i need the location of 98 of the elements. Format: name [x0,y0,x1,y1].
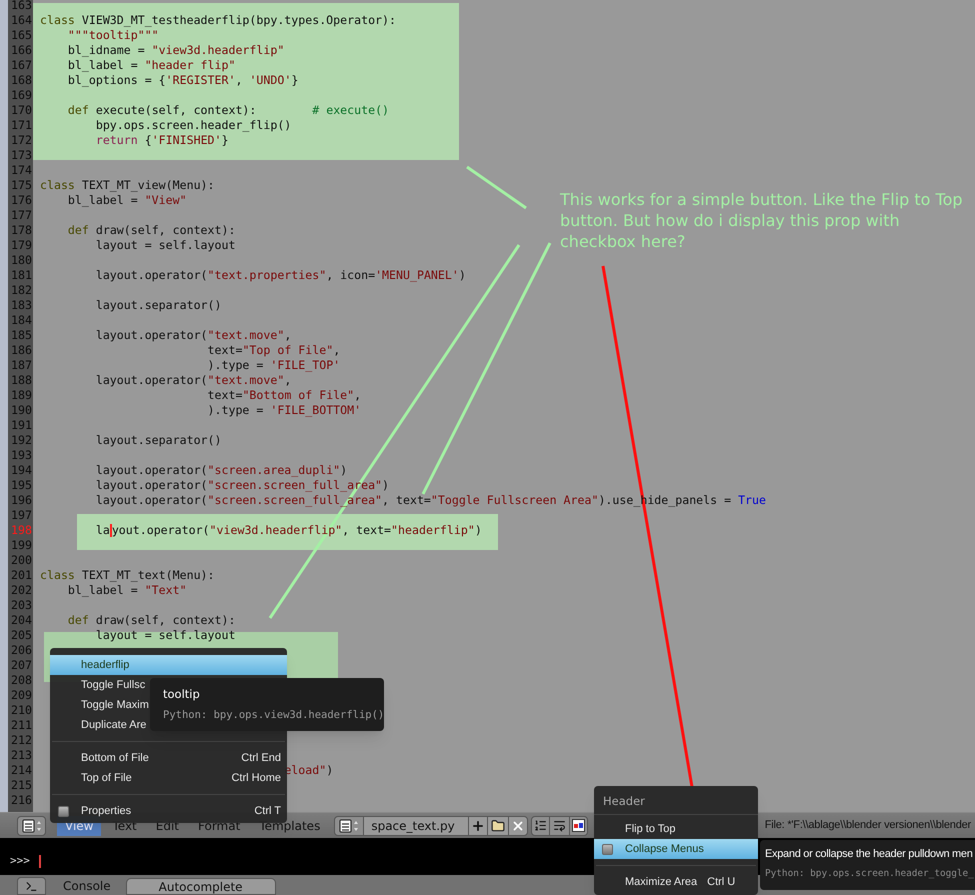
line-number: 173 [10,148,33,163]
line-number: 177 [10,208,33,223]
line-number: 207 [10,658,33,673]
menu-item[interactable]: Flip to Top [594,819,758,839]
line-number: 180 [10,253,33,268]
line-number: 206 [10,643,33,658]
line-number: 182 [10,283,33,298]
code-line: ).type = 'FILE_BOTTOM' [208,403,362,418]
line-number: 178 [10,223,33,238]
line-number: 167 [10,58,33,73]
line-number: 202 [10,583,33,598]
code-line: class TEXT_MT_text(Menu): [40,568,215,583]
code-line: bpy.ops.screen.header_flip() [96,118,292,133]
line-number: 166 [10,43,33,58]
code-line: text="Top of File", [208,343,340,358]
line-number: 198 [10,523,33,538]
line-number: 194 [10,463,33,478]
tooltip-python: Python: bpy.ops.view3d.headerflip() [163,708,384,722]
code-line: bl_options = {'REGISTER', 'UNDO'} [68,73,298,88]
line-number: 214 [10,763,33,778]
code-line: bl_label = "View" [68,193,187,208]
line-number: 179 [10,238,33,253]
menu-item[interactable]: Bottom of File Ctrl End [50,748,287,768]
code-line: def draw(self, context): [68,223,236,238]
menu-item[interactable]: Maximize Area Ctrl U [594,872,758,892]
line-number: 199 [10,538,33,553]
code-line: layout.separator() [96,298,222,313]
code-line: layout.operator("text.properties", icon='MENU_PANEL') [96,268,466,283]
tooltip-title: tooltip [163,687,200,701]
line-number: 213 [10,748,33,763]
console-tab[interactable]: Autocomplete [126,878,276,895]
line-number: 188 [10,373,33,388]
line-number: 183 [10,298,33,313]
console-tab[interactable]: Console [56,878,118,895]
code-line: layout = self.layout [96,238,236,253]
line-number: 208 [10,673,33,688]
line-number: 184 [10,313,33,328]
line-number: 189 [10,388,33,403]
code-line: layout = self.layout [96,628,236,643]
code-line: layout.operator("text.move", [96,373,292,388]
line-number: 171 [10,118,33,133]
line-number: 192 [10,433,33,448]
menu-item[interactable]: headerflip [50,655,287,675]
line-number: 212 [10,733,33,748]
filename-field[interactable]: space_text.py [364,816,468,836]
line-number: 175 [10,178,33,193]
code-line: bl_idname = "view3d.headerflip" [68,43,284,58]
line-number: 176 [10,193,33,208]
code-line: bl_label = "header flip" [68,58,236,73]
code-line: la yout.operator("view3d.headerflip", text="headerflip") [96,523,482,538]
line-number: 193 [10,448,33,463]
line-number: 169 [10,88,33,103]
tooltip-title: Expand or collapse the header pulldown men [765,847,973,861]
line-number: 191 [10,418,33,433]
line-number: 186 [10,343,33,358]
file-path: File: *'F:\\ablage\\blender versionen\\blender [764,818,971,834]
line-number: 195 [10,478,33,493]
code-line: layout.operator("text.move", [96,328,292,343]
menu-item[interactable]: Top of File Ctrl Home [50,768,287,788]
code-line: """tooltip""" [68,28,159,43]
code-line: return {'FINISHED'} [96,133,228,148]
line-number: 203 [10,598,33,613]
line-number: 170 [10,103,33,118]
code-line: layout.separator() [96,433,222,448]
code-line: class TEXT_MT_view(Menu): [40,178,215,193]
code-line: class VIEW3D_MT_testheaderflip(bpy.types.Operator): [40,13,396,28]
line-number: 165 [10,28,33,43]
line-number: 215 [10,778,33,793]
tooltip-python: Python: bpy.ops.screen.header_toggle_ [765,867,974,881]
line-number: 209 [10,688,33,703]
line-number: 190 [10,403,33,418]
line-number: 164 [10,13,33,28]
line-number: 196 [10,493,33,508]
line-number: 205 [10,628,33,643]
line-number: 201 [10,568,33,583]
line-number: 172 [10,133,33,148]
line-number: 174 [10,163,33,178]
line-number: 185 [10,328,33,343]
menu-title: Header [602,793,645,810]
line-number: 204 [10,613,33,628]
line-number: 211 [10,718,33,733]
line-number: 163 [10,0,33,13]
line-number: 197 [10,508,33,523]
code-line: def execute(self, context): # execute() [68,103,390,118]
code-line: layout.operator("screen.area_dupli") [96,463,348,478]
code-line: ).type = 'FILE_TOP' [208,358,340,373]
line-number: 181 [10,268,33,283]
line-number: 210 [10,703,33,718]
line-number: 187 [10,358,33,373]
code-line: bl_label = "Text" [68,583,187,598]
code-line: text="Bottom of File", [208,388,362,403]
line-number: 168 [10,73,33,88]
line-number: 200 [10,553,33,568]
line-number: 216 [10,793,33,808]
console-prompt: >>> [10,853,30,870]
menu-item[interactable]: Collapse Menus [594,839,758,859]
annotation-text: This works for a simple button. Like the Flip to Top button. But how do i display this prop with checkbox here? [560,189,964,252]
code-line: def draw(self, context): [68,613,236,628]
